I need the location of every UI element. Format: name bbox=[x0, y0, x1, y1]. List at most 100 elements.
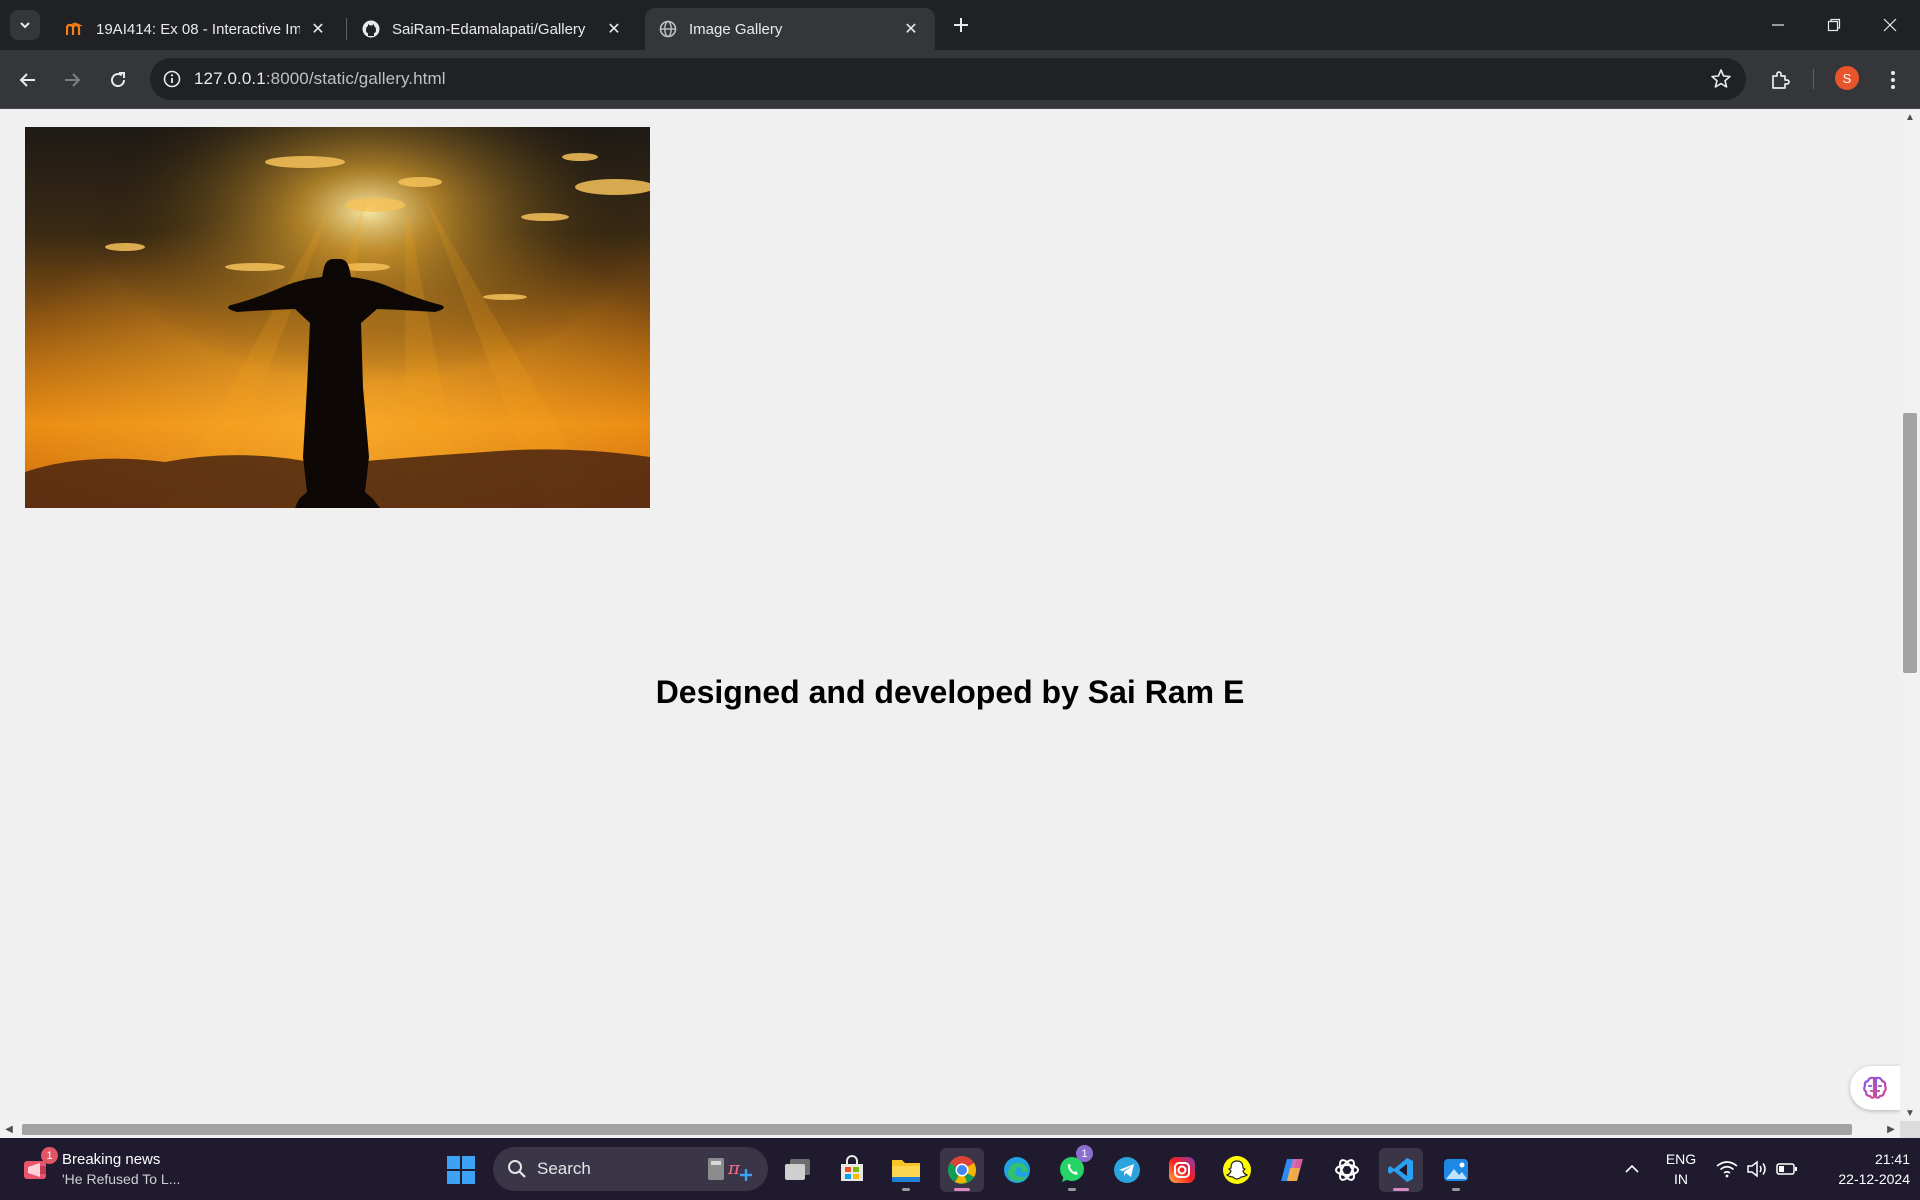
moodle-icon bbox=[66, 20, 84, 38]
taskbar-app-snapchat[interactable] bbox=[1215, 1148, 1259, 1192]
start-button[interactable] bbox=[439, 1148, 483, 1192]
running-indicator bbox=[902, 1188, 910, 1191]
close-window-button[interactable] bbox=[1862, 0, 1918, 50]
scrollbar-corner bbox=[1900, 1121, 1920, 1138]
clock-time: 21:41 bbox=[1874, 1151, 1910, 1167]
taskbar-app-file-explorer[interactable] bbox=[884, 1148, 928, 1192]
taskbar-app-edge[interactable] bbox=[995, 1148, 1039, 1192]
close-icon[interactable]: ✕ bbox=[901, 19, 921, 39]
close-icon[interactable]: ✕ bbox=[604, 19, 624, 39]
chatgpt-icon bbox=[1335, 1159, 1359, 1181]
taskbar-app-chatgpt[interactable] bbox=[1325, 1148, 1369, 1192]
tab-moodle[interactable]: 19AI414: Ex 08 - Interactive Ima ✕ bbox=[52, 8, 342, 50]
tab-strip: 19AI414: Ex 08 - Interactive Ima ✕ SaiRa… bbox=[0, 0, 1920, 50]
statue-sunset-image bbox=[25, 127, 650, 508]
language-indicator[interactable]: ENG IN bbox=[1655, 1138, 1707, 1200]
windows-logo-icon bbox=[447, 1156, 475, 1184]
tab-title: Image Gallery bbox=[689, 20, 783, 38]
extensions-button[interactable] bbox=[1765, 64, 1797, 96]
new-tab-button[interactable] bbox=[946, 10, 976, 40]
svg-text:π: π bbox=[727, 1158, 741, 1179]
chevron-up-icon bbox=[1625, 1164, 1639, 1173]
taskbar-search[interactable]: Search π bbox=[493, 1147, 768, 1191]
active-indicator bbox=[954, 1188, 970, 1191]
minimize-icon bbox=[1772, 24, 1784, 26]
tab-title: SaiRam-Edamalapati/Gallery bbox=[392, 20, 586, 38]
restore-button[interactable] bbox=[1806, 0, 1862, 50]
taskbar-app-store[interactable] bbox=[830, 1148, 874, 1192]
taskbar-app-telegram[interactable] bbox=[1105, 1148, 1149, 1192]
reload-button[interactable] bbox=[102, 64, 134, 96]
profile-avatar[interactable]: S bbox=[1835, 66, 1859, 90]
ai-assistant-button[interactable] bbox=[1850, 1066, 1900, 1110]
plus-icon bbox=[954, 18, 968, 32]
whatsapp-badge: 1 bbox=[1076, 1145, 1093, 1162]
scroll-up-arrow-icon[interactable]: ▲ bbox=[1900, 109, 1920, 125]
close-icon[interactable]: ✕ bbox=[308, 19, 328, 39]
page-viewport: Designed and developed by Sai Ram E bbox=[0, 109, 1900, 1121]
folder-icon bbox=[892, 1160, 920, 1182]
chevron-down-icon bbox=[20, 22, 30, 29]
tab-github[interactable]: SaiRam-Edamalapati/Gallery ✕ bbox=[348, 8, 638, 50]
vertical-scrollbar[interactable]: ▲ ▼ bbox=[1900, 109, 1920, 1121]
instagram-icon bbox=[1169, 1157, 1195, 1183]
chrome-icon bbox=[948, 1156, 976, 1184]
taskbar-app-copilot[interactable] bbox=[1270, 1148, 1314, 1192]
taskbar-app-photos[interactable] bbox=[1434, 1148, 1478, 1192]
reload-icon bbox=[111, 72, 126, 88]
running-indicator bbox=[1068, 1188, 1076, 1191]
taskbar-app-instagram[interactable] bbox=[1160, 1148, 1204, 1192]
clock[interactable]: 21:41 22-12-2024 bbox=[1810, 1138, 1910, 1200]
address-bar[interactable]: 127.0.0.1:8000/static/gallery.html bbox=[150, 58, 1746, 100]
url-host: 127.0.0.1 bbox=[194, 69, 266, 88]
tab-title: 19AI414: Ex 08 - Interactive Ima bbox=[96, 20, 300, 38]
photos-icon bbox=[1444, 1159, 1468, 1181]
arrow-right-icon bbox=[65, 73, 81, 87]
taskbar-app-vscode[interactable] bbox=[1379, 1148, 1423, 1192]
vscode-icon bbox=[1388, 1158, 1413, 1182]
toolbar-divider bbox=[1813, 69, 1814, 89]
arrow-left-icon bbox=[19, 73, 35, 87]
show-hidden-icons-button[interactable] bbox=[1618, 1138, 1646, 1200]
site-info-icon[interactable] bbox=[150, 58, 194, 100]
clock-date: 22-12-2024 bbox=[1838, 1171, 1910, 1187]
url-text[interactable]: 127.0.0.1:8000/static/gallery.html bbox=[194, 69, 446, 89]
task-view-button[interactable] bbox=[776, 1148, 820, 1192]
quick-settings[interactable] bbox=[1712, 1138, 1802, 1200]
browser-menu-button[interactable] bbox=[1877, 64, 1909, 96]
telegram-icon bbox=[1114, 1157, 1140, 1183]
gallery-image-christ-the-redeemer[interactable] bbox=[25, 127, 650, 508]
taskbar-app-whatsapp[interactable]: 1 bbox=[1050, 1145, 1094, 1192]
taskbar-app-chrome[interactable] bbox=[940, 1148, 984, 1192]
footer-credit: Designed and developed by Sai Ram E bbox=[655, 674, 1245, 710]
copilot-icon bbox=[1281, 1159, 1303, 1181]
snapchat-icon bbox=[1223, 1156, 1251, 1184]
volume-icon bbox=[1747, 1160, 1766, 1178]
scroll-down-arrow-icon[interactable]: ▼ bbox=[1900, 1105, 1920, 1121]
restore-icon bbox=[1827, 18, 1841, 32]
horizontal-scrollbar[interactable]: ◀ ▶ bbox=[0, 1121, 1900, 1138]
task-view-icon bbox=[785, 1159, 810, 1180]
edge-icon bbox=[1004, 1157, 1030, 1183]
puzzle-icon bbox=[1772, 71, 1790, 89]
minimize-button[interactable] bbox=[1750, 0, 1806, 50]
calculator-pi-icon: π bbox=[708, 1158, 752, 1181]
bookmark-star-icon[interactable] bbox=[1710, 68, 1732, 90]
forward-button[interactable] bbox=[56, 64, 88, 96]
url-path: :8000/static/gallery.html bbox=[265, 69, 446, 88]
back-button[interactable] bbox=[12, 64, 44, 96]
tab-search-button[interactable] bbox=[10, 10, 40, 40]
github-icon bbox=[362, 20, 380, 38]
news-icon: 1 bbox=[20, 1147, 58, 1185]
language-code: ENG bbox=[1665, 1151, 1697, 1167]
store-icon bbox=[841, 1155, 863, 1181]
vertical-scroll-thumb[interactable] bbox=[1903, 413, 1917, 673]
horizontal-scroll-thumb[interactable] bbox=[22, 1124, 1852, 1135]
scroll-left-arrow-icon[interactable]: ◀ bbox=[0, 1121, 18, 1138]
tab-image-gallery[interactable]: Image Gallery ✕ bbox=[645, 8, 935, 50]
profile-initial: S bbox=[1842, 70, 1852, 86]
news-widget[interactable]: 1 Breaking news 'He Refused To L... bbox=[20, 1147, 220, 1191]
close-icon bbox=[1883, 18, 1897, 32]
running-indicator bbox=[1452, 1188, 1460, 1191]
scroll-right-arrow-icon[interactable]: ▶ bbox=[1882, 1121, 1900, 1138]
